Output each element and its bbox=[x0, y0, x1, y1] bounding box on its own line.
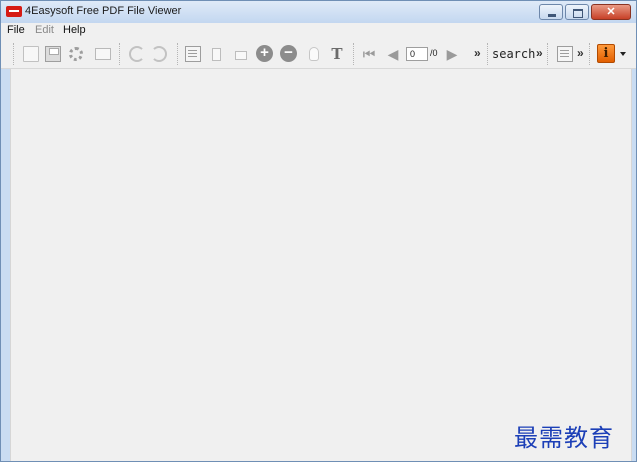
text-select-icon[interactable]: T bbox=[329, 46, 345, 62]
watermark-text: 最需教育 bbox=[514, 424, 614, 452]
rotate-right-icon[interactable] bbox=[151, 46, 167, 62]
zoom-in-icon[interactable]: + bbox=[256, 45, 273, 62]
toolbar-separator bbox=[487, 43, 488, 65]
actual-size-icon[interactable] bbox=[185, 46, 201, 62]
page-number-input[interactable]: 0 bbox=[406, 47, 428, 61]
next-page-icon[interactable]: ▶ bbox=[444, 46, 460, 62]
zoom-out-icon[interactable]: − bbox=[280, 45, 297, 62]
toolbar-separator bbox=[589, 43, 590, 65]
toolbar-separator bbox=[547, 43, 548, 65]
chevron-down-icon[interactable] bbox=[620, 52, 626, 56]
toolbar-overflow-button[interactable]: » bbox=[474, 47, 481, 60]
app-window: 4Easysoft Free PDF File Viewer File Edit… bbox=[0, 0, 637, 462]
about-icon[interactable]: i bbox=[597, 44, 615, 63]
toolbar-separator bbox=[119, 43, 120, 65]
menu-edit[interactable]: Edit bbox=[35, 24, 54, 36]
close-icon[interactable] bbox=[591, 4, 631, 20]
toolbar: + − T ⏮ ◀ 0 /0 ▶ » search » » i bbox=[1, 39, 636, 69]
menu-file[interactable]: File bbox=[7, 24, 25, 36]
menu-help[interactable]: Help bbox=[63, 24, 86, 36]
document-view-area[interactable] bbox=[10, 69, 632, 461]
open-icon[interactable] bbox=[23, 46, 39, 62]
maximize-icon[interactable] bbox=[565, 4, 589, 20]
save-icon[interactable] bbox=[45, 46, 61, 62]
settings-icon[interactable] bbox=[69, 47, 83, 61]
window-controls bbox=[537, 4, 631, 20]
pdf-app-icon bbox=[6, 6, 22, 17]
toolbar-separator bbox=[353, 43, 354, 65]
hand-tool-icon[interactable] bbox=[309, 47, 319, 61]
properties-icon[interactable] bbox=[557, 46, 573, 62]
email-icon[interactable] bbox=[95, 48, 111, 60]
page-total: /0 bbox=[430, 48, 438, 58]
title-bar[interactable]: 4Easysoft Free PDF File Viewer bbox=[1, 1, 636, 23]
fit-width-icon[interactable] bbox=[235, 51, 247, 60]
previous-page-icon[interactable]: ◀ bbox=[385, 46, 401, 62]
more-tools-button[interactable]: » bbox=[577, 47, 584, 60]
search-button[interactable]: search bbox=[492, 47, 535, 61]
fit-page-icon[interactable] bbox=[212, 48, 221, 61]
rotate-left-icon[interactable] bbox=[129, 46, 145, 62]
menu-bar: File Edit Help bbox=[1, 23, 636, 39]
search-overflow-button[interactable]: » bbox=[536, 47, 543, 60]
first-page-icon[interactable]: ⏮ bbox=[361, 46, 377, 62]
minimize-icon[interactable] bbox=[539, 4, 563, 20]
toolbar-separator bbox=[13, 43, 14, 65]
window-title: 4Easysoft Free PDF File Viewer bbox=[25, 5, 182, 17]
toolbar-separator bbox=[177, 43, 178, 65]
